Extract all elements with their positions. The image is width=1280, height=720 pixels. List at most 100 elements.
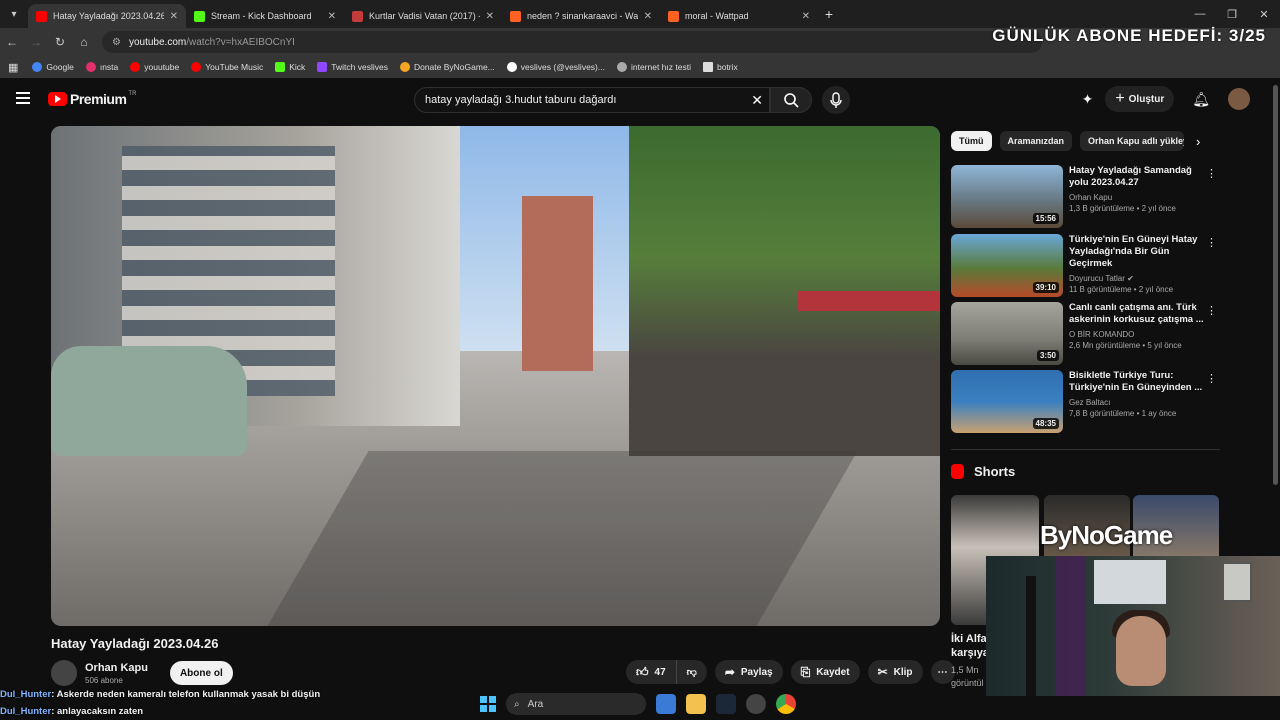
tab-title: neden ? sinankaraavci - Wattpa: [527, 11, 638, 21]
bookmark-tiktok[interactable]: veslives (@veslives)...: [506, 62, 605, 72]
recommendation-channel: O BİR KOMANDO: [1069, 330, 1135, 339]
youtube-logo[interactable]: Premium TR: [48, 91, 136, 107]
search-input[interactable]: hatay yayladağı 3.hudut taburu dağardı ✕: [414, 87, 770, 113]
chip-all[interactable]: Tümü: [951, 131, 992, 151]
bookmark-label: ınsta: [99, 62, 119, 72]
shorts-label: Shorts: [974, 464, 1016, 479]
tab-kurtlar[interactable]: Kurtlar Vadisi Vatan (2017) - Bo ✕: [344, 4, 502, 28]
url-field[interactable]: ⚙ youtube.com/watch?v=hxAEIBOCnYI: [102, 31, 1042, 53]
video-duration: 39:10: [1032, 282, 1059, 293]
close-window-icon[interactable]: ✕: [1248, 0, 1280, 28]
recommendation-title[interactable]: Hatay Yayladağı Samandağ yolu 2023.04.27: [1069, 165, 1209, 189]
bookmark-google[interactable]: Google: [32, 62, 74, 72]
create-button[interactable]: + Oluştur: [1105, 86, 1175, 112]
recommendation-meta: 2,6 Mn görüntüleme • 5 yıl önce: [1069, 341, 1182, 350]
video-thumbnail[interactable]: 15:56: [951, 165, 1063, 228]
tab-wattpad-1[interactable]: neden ? sinankaraavci - Wattpa ✕: [502, 4, 660, 28]
new-tab-button[interactable]: +: [818, 6, 840, 22]
save-button[interactable]: ⎘ Kaydet: [790, 660, 860, 684]
scrollbar[interactable]: [1273, 85, 1278, 485]
short-title[interactable]: İki Alfa karşıya: [951, 632, 991, 660]
app-icon[interactable]: [746, 694, 766, 714]
video-thumbnail[interactable]: 39:10: [951, 234, 1063, 297]
search-button[interactable]: [770, 87, 812, 113]
tab-kick[interactable]: Stream - Kick Dashboard ✕: [186, 4, 344, 28]
recommendation-item[interactable]: 3:50 Canlı canlı çatışma anı. Türk asker…: [951, 302, 1221, 366]
video-thumbnail[interactable]: 3:50: [951, 302, 1063, 365]
file-explorer-icon[interactable]: [686, 694, 706, 714]
share-button[interactable]: ➦ Paylaş: [714, 660, 783, 684]
bell-icon[interactable]: 🔔︎: [1192, 91, 1210, 108]
voice-search-button[interactable]: [822, 86, 850, 114]
youtube-header: Premium TR hatay yayladağı 3.hudut tabur…: [0, 78, 1280, 120]
chevron-right-icon[interactable]: ›: [1196, 134, 1200, 149]
video-actions: 👍︎ 47 👎︎ ➦ Paylaş ⎘ Kaydet ✂ Klip ⋯: [626, 660, 963, 684]
recommendation-title[interactable]: Canlı canlı çatışma anı. Türk askerinin …: [1069, 302, 1209, 326]
bookmark-kick[interactable]: Kick: [275, 62, 305, 72]
bookmark-twitch[interactable]: Twitch veslives: [317, 62, 388, 72]
back-icon[interactable]: ←: [0, 35, 24, 49]
reload-icon[interactable]: ↻: [48, 35, 72, 49]
chat-message: Dul_Hunter: anlayacaksın zaten: [0, 703, 520, 720]
tab-wattpad-2[interactable]: moral - Wattpad ✕: [660, 4, 818, 28]
recommendation-item[interactable]: 39:10 Türkiye'nin En Güneyi Hatay Yaylad…: [951, 234, 1221, 298]
close-tab-icon[interactable]: ✕: [802, 11, 810, 22]
tab-search-icon[interactable]: ▾: [0, 0, 28, 28]
windows-start-icon[interactable]: [480, 696, 496, 712]
restore-icon[interactable]: ❐: [1216, 0, 1248, 28]
site-info-icon[interactable]: ⚙: [112, 37, 121, 48]
like-button[interactable]: 👍︎ 47: [626, 660, 677, 684]
recommendation-info: Hatay Yayladağı Samandağ yolu 2023.04.27…: [1069, 165, 1209, 229]
more-vertical-icon[interactable]: ⋮: [1206, 167, 1217, 180]
chrome-icon[interactable]: [776, 694, 796, 714]
subscriber-goal-overlay: GÜNLÜK ABONE HEDEFİ: 3/25: [992, 26, 1266, 45]
apps-grid-icon[interactable]: ▦: [8, 61, 18, 74]
avatar[interactable]: [1228, 88, 1250, 110]
taskbar-search-input[interactable]: ⌕ Ara: [506, 693, 646, 715]
more-vertical-icon[interactable]: ⋮: [1206, 236, 1217, 249]
more-vertical-icon[interactable]: ⋮: [1206, 372, 1217, 385]
steam-icon[interactable]: [716, 694, 736, 714]
chip-uploader[interactable]: Orhan Kapu adlı yükleyici: [1080, 131, 1185, 151]
clip-button[interactable]: ✂ Klip: [867, 660, 923, 684]
bookmarks-bar: ▦ Google ınsta youutube YouTube Music Ki…: [0, 56, 1280, 78]
recommendation-title[interactable]: Bisikletle Türkiye Turu: Türkiye'nin En …: [1069, 370, 1209, 394]
chat-username: Dul_Hunter: [0, 689, 52, 700]
close-tab-icon[interactable]: ✕: [486, 11, 494, 22]
more-vertical-icon[interactable]: ⋮: [1206, 304, 1217, 317]
youtube-favicon-icon: [36, 10, 47, 22]
url-host: youtube.com: [128, 36, 187, 48]
recommendation-meta: 1,3 B görüntüleme • 2 yıl önce: [1069, 204, 1176, 213]
video-thumbnail[interactable]: 48:35: [951, 370, 1063, 433]
bookmark-speedtest[interactable]: internet hız testi: [616, 62, 691, 72]
bookmark-donate[interactable]: Donate ByNoGame...: [399, 62, 495, 72]
recommendation-item[interactable]: 15:56 Hatay Yayladağı Samandağ yolu 2023…: [951, 165, 1221, 229]
clear-search-icon[interactable]: ✕: [751, 92, 763, 109]
verified-icon: ✔: [1127, 274, 1134, 283]
chip-uploader-label: Orhan Kapu adlı yükleyici: [1088, 136, 1184, 146]
minimize-icon[interactable]: —: [1184, 0, 1216, 28]
close-tab-icon[interactable]: ✕: [328, 11, 336, 22]
recommendation-item[interactable]: 48:35 Bisikletle Türkiye Turu: Türkiye'n…: [951, 370, 1221, 434]
extension-icon[interactable]: ✦: [1082, 91, 1094, 108]
home-icon[interactable]: ⌂: [72, 35, 96, 49]
forward-icon[interactable]: →: [24, 35, 48, 49]
menu-icon[interactable]: [16, 92, 30, 104]
recommendation-title[interactable]: Türkiye'nin En Güneyi Hatay Yayladağı'nd…: [1069, 234, 1209, 270]
divider: [951, 449, 1220, 450]
bookmark-botrix[interactable]: botrix: [702, 62, 738, 72]
photos-app-icon[interactable]: [656, 694, 676, 714]
dislike-button[interactable]: 👎︎: [676, 660, 707, 684]
video-player[interactable]: [51, 126, 940, 626]
channel-avatar[interactable]: [51, 660, 77, 686]
wattpad-favicon-icon: [668, 10, 679, 22]
bookmark-youutube[interactable]: youutube: [130, 62, 179, 72]
subscribe-button[interactable]: Abone ol: [169, 661, 233, 685]
close-tab-icon[interactable]: ✕: [644, 11, 652, 22]
chip-from-search[interactable]: Aramanızdan: [999, 131, 1073, 151]
close-tab-icon[interactable]: ✕: [170, 11, 178, 22]
bookmark-insta[interactable]: ınsta: [85, 62, 119, 72]
tab-youtube[interactable]: Hatay Yayladağı 2023.04.26 - Yo ✕: [28, 4, 186, 28]
bookmark-youtube-music[interactable]: YouTube Music: [191, 62, 263, 72]
channel-name[interactable]: Orhan Kapu: [85, 662, 148, 674]
